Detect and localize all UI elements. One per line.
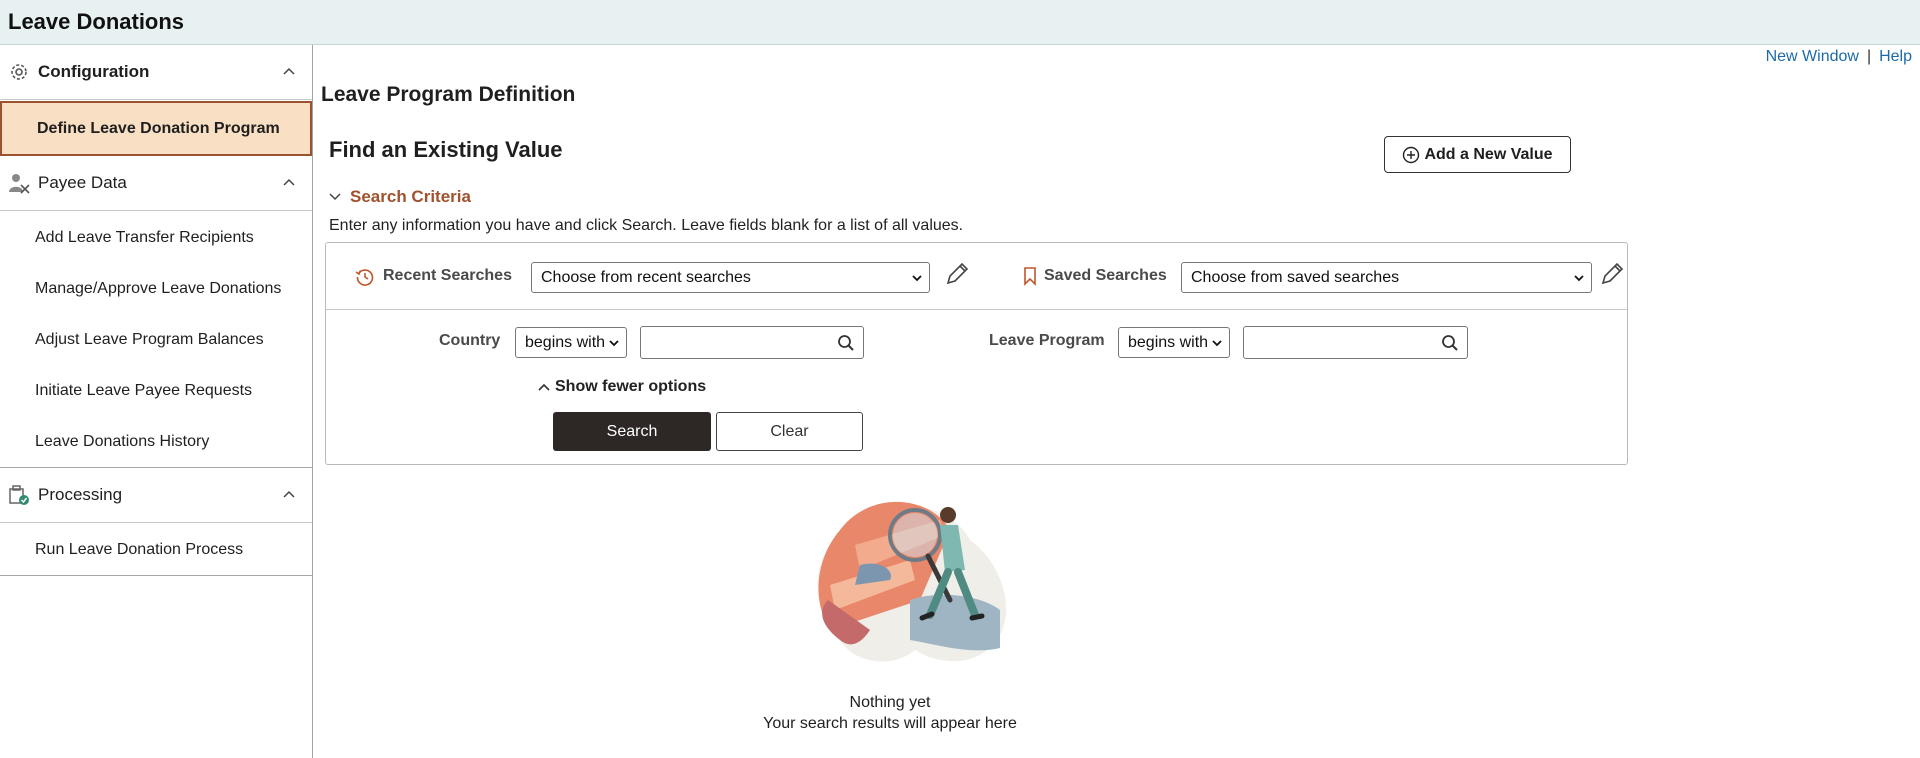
country-operator-value: begins with (525, 333, 606, 351)
find-existing-value-title: Find an Existing Value (329, 137, 563, 162)
show-fewer-options-toggle[interactable]: Show fewer options (537, 378, 706, 396)
sidebar-group-processing[interactable]: Processing (0, 468, 312, 523)
sidebar-item-label: Initiate Leave Payee Requests (35, 381, 253, 399)
sidebar-group-label: Configuration (38, 62, 150, 81)
sidebar-item-add-leave-transfer-recipients[interactable]: Add Leave Transfer Recipients (0, 212, 312, 263)
search-instructions: Enter any information you have and click… (329, 217, 964, 234)
top-links: New Window | Help (1766, 48, 1912, 66)
sidebar-group-configuration[interactable]: Configuration (0, 45, 312, 100)
page-title: Leave Program Definition (321, 83, 576, 106)
chevron-up-icon (283, 490, 295, 498)
recent-searches-select[interactable]: Choose from recent searches (531, 262, 930, 293)
sidebar-item-leave-donations-history[interactable]: Leave Donations History (0, 416, 312, 467)
saved-searches-value: Choose from saved searches (1191, 268, 1400, 286)
chevron-down-icon (1574, 275, 1584, 282)
chevron-down-icon (329, 193, 341, 201)
search-criteria-label: Search Criteria (350, 187, 471, 206)
help-link[interactable]: Help (1879, 48, 1912, 65)
add-new-value-button[interactable]: Add a New Value (1384, 136, 1571, 173)
chevron-down-icon (912, 275, 922, 282)
leave-program-label: Leave Program (989, 332, 1105, 349)
chevron-up-icon (283, 67, 295, 75)
edit-pencil-icon[interactable] (1599, 261, 1625, 287)
leave-program-operator-select[interactable]: begins with (1118, 327, 1230, 358)
search-criteria-toggle[interactable]: Search Criteria (328, 187, 471, 207)
sidebar-item-define-leave-donation-program[interactable]: Define Leave Donation Program (0, 101, 312, 156)
edit-pencil-icon[interactable] (944, 261, 970, 287)
empty-state-title: Nothing yet (849, 694, 931, 711)
sidebar-group-label: Processing (38, 485, 123, 504)
criteria-divider (326, 309, 1627, 310)
search-icon[interactable] (1441, 334, 1459, 352)
bookmark-icon (1024, 267, 1036, 286)
saved-searches-label: Saved Searches (1044, 267, 1167, 284)
link-separator: | (1866, 48, 1872, 65)
empty-state-illustration (817, 501, 1007, 662)
chevron-up-icon (538, 383, 550, 391)
new-window-link[interactable]: New Window (1766, 48, 1859, 65)
history-icon (355, 269, 374, 286)
saved-searches-select[interactable]: Choose from saved searches (1181, 262, 1592, 293)
sidebar-item-label: Adjust Leave Program Balances (35, 330, 264, 348)
search-criteria-panel: Recent Searches Choose from recent searc… (325, 242, 1628, 465)
sidebar: Configuration Define Leave Donation Prog… (0, 45, 313, 758)
leave-program-input[interactable] (1243, 326, 1468, 359)
gear-icon (8, 61, 30, 83)
sidebar-item-label: Leave Donations History (35, 432, 210, 450)
sidebar-group-label: Payee Data (38, 173, 127, 192)
recent-searches-label: Recent Searches (383, 267, 512, 284)
plus-circle-icon (1403, 146, 1420, 163)
show-fewer-options-label: Show fewer options (555, 378, 707, 395)
app-title: Leave Donations (8, 9, 185, 34)
app-banner: Leave Donations (0, 0, 1920, 45)
chevron-down-icon (609, 340, 619, 347)
country-operator-select[interactable]: begins with (515, 327, 627, 358)
leave-program-operator-value: begins with (1128, 333, 1209, 351)
country-label: Country (439, 332, 501, 349)
add-new-value-label: Add a New Value (1424, 145, 1553, 163)
empty-state-subtitle: Your search results will appear here (763, 715, 1017, 732)
sidebar-item-label: Manage/Approve Leave Donations (35, 279, 282, 297)
sidebar-item-label: Add Leave Transfer Recipients (35, 228, 254, 246)
chevron-down-icon (1212, 340, 1222, 347)
sidebar-item-run-leave-donation-process[interactable]: Run Leave Donation Process (0, 524, 312, 576)
sidebar-divider (0, 575, 312, 576)
chevron-up-icon (283, 178, 295, 186)
sidebar-item-initiate-leave-payee-requests[interactable]: Initiate Leave Payee Requests (0, 365, 312, 416)
sidebar-item-adjust-leave-program-balances[interactable]: Adjust Leave Program Balances (0, 314, 312, 365)
search-icon[interactable] (837, 334, 855, 352)
clear-button[interactable]: Clear (716, 412, 863, 451)
processing-icon (8, 484, 30, 506)
recent-searches-value: Choose from recent searches (541, 268, 751, 286)
country-input[interactable] (640, 326, 864, 359)
sidebar-group-payee-data[interactable]: Payee Data (0, 156, 312, 211)
sidebar-item-label: Run Leave Donation Process (35, 541, 244, 558)
search-button[interactable]: Search (553, 412, 711, 451)
payee-icon (8, 172, 30, 194)
sidebar-item-manage-approve-leave-donations[interactable]: Manage/Approve Leave Donations (0, 263, 312, 314)
sidebar-item-label: Define Leave Donation Program (37, 119, 280, 137)
